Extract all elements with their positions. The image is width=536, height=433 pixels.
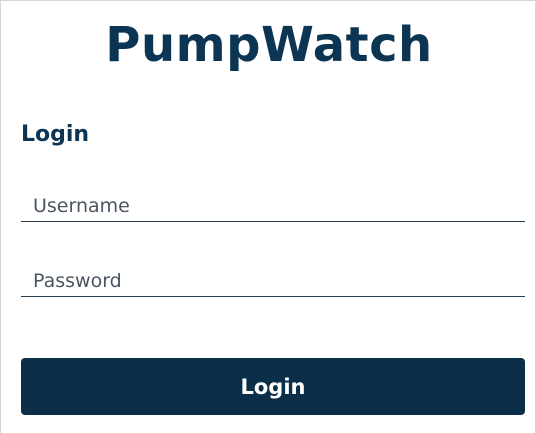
app-title: PumpWatch xyxy=(105,17,433,73)
login-button[interactable]: Login xyxy=(21,358,525,415)
username-input[interactable] xyxy=(21,190,525,222)
login-panel: PumpWatch Login Login xyxy=(0,0,536,433)
login-heading: Login xyxy=(21,122,90,147)
password-input[interactable] xyxy=(21,265,525,297)
